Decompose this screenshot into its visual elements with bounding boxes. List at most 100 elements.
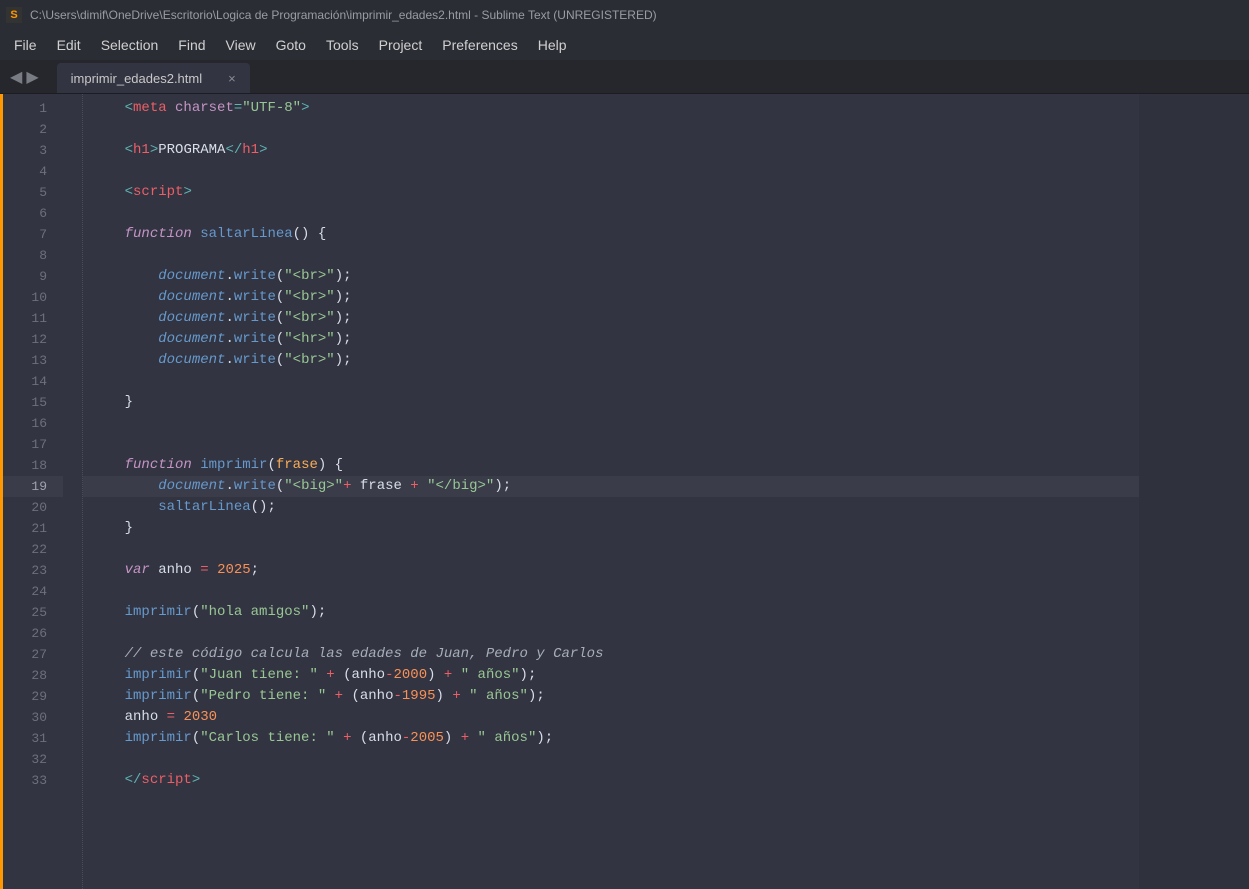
minimap[interactable] [1139,94,1249,889]
fold-cell [63,308,82,329]
menu-item-project[interactable]: Project [369,33,433,57]
line-number[interactable]: 20 [3,497,63,518]
nav-back-icon[interactable]: ◀ [8,67,24,87]
fold-cell [63,140,82,161]
code-line[interactable]: <script> [83,182,1139,203]
menu-item-edit[interactable]: Edit [47,33,91,57]
line-number[interactable]: 27 [3,644,63,665]
code-line[interactable] [83,539,1139,560]
code-line[interactable] [83,203,1139,224]
menu-item-help[interactable]: Help [528,33,577,57]
code-line[interactable]: } [83,518,1139,539]
code-line[interactable]: imprimir("Carlos tiene: " + (anho-2005) … [83,728,1139,749]
line-number[interactable]: 14 [3,371,63,392]
editor[interactable]: 1234567891011121314151617181920212223242… [0,94,1249,889]
line-number[interactable]: 30 [3,707,63,728]
code-area[interactable]: <meta charset="UTF-8"> <h1>PROGRAMA</h1>… [83,94,1139,889]
close-icon[interactable]: × [228,71,236,86]
code-line[interactable]: imprimir("Juan tiene: " + (anho-2000) + … [83,665,1139,686]
menu-item-file[interactable]: File [4,33,47,57]
line-number[interactable]: 2 [3,119,63,140]
line-number[interactable]: 28 [3,665,63,686]
fold-cell [63,623,82,644]
fold-cell [63,434,82,455]
line-number[interactable]: 33 [3,770,63,791]
code-line[interactable]: document.write("<br>"); [83,308,1139,329]
line-number[interactable]: 10 [3,287,63,308]
gutter: 1234567891011121314151617181920212223242… [3,94,63,889]
code-line[interactable]: // este código calcula las edades de Jua… [83,644,1139,665]
menu-item-goto[interactable]: Goto [266,33,316,57]
code-line[interactable]: var anho = 2025; [83,560,1139,581]
code-line[interactable] [83,623,1139,644]
fold-cell [63,413,82,434]
fold-cell [63,665,82,686]
line-number[interactable]: 5 [3,182,63,203]
line-number[interactable]: 31 [3,728,63,749]
menu-item-preferences[interactable]: Preferences [432,33,527,57]
code-line[interactable]: imprimir("Pedro tiene: " + (anho-1995) +… [83,686,1139,707]
line-number[interactable]: 1 [3,98,63,119]
line-number[interactable]: 9 [3,266,63,287]
line-number[interactable]: 32 [3,749,63,770]
fold-cell [63,581,82,602]
line-number[interactable]: 29 [3,686,63,707]
code-line[interactable] [83,413,1139,434]
line-number[interactable]: 21 [3,518,63,539]
tab-active[interactable]: imprimir_edades2.html × [57,63,250,93]
fold-cell [63,245,82,266]
fold-cell [63,392,82,413]
line-number[interactable]: 24 [3,581,63,602]
line-number[interactable]: 4 [3,161,63,182]
code-line[interactable] [83,749,1139,770]
line-number[interactable]: 19 [3,476,63,497]
code-line[interactable]: document.write("<br>"); [83,350,1139,371]
code-line[interactable] [83,245,1139,266]
line-number[interactable]: 26 [3,623,63,644]
fold-guide [63,94,83,889]
code-line[interactable] [83,119,1139,140]
code-line[interactable]: document.write("<hr>"); [83,329,1139,350]
tabbar: ◀ ▶ imprimir_edades2.html × [0,60,1249,94]
line-number[interactable]: 6 [3,203,63,224]
code-line[interactable]: imprimir("hola amigos"); [83,602,1139,623]
fold-cell [63,728,82,749]
fold-cell [63,560,82,581]
menu-item-tools[interactable]: Tools [316,33,369,57]
code-line[interactable] [83,371,1139,392]
line-number[interactable]: 18 [3,455,63,476]
line-number[interactable]: 16 [3,413,63,434]
code-line[interactable]: <h1>PROGRAMA</h1> [83,140,1139,161]
code-line[interactable]: </script> [83,770,1139,791]
code-line[interactable]: } [83,392,1139,413]
nav-forward-icon[interactable]: ▶ [24,67,40,87]
code-line[interactable]: anho = 2030 [83,707,1139,728]
menu-item-view[interactable]: View [216,33,266,57]
code-line[interactable]: <meta charset="UTF-8"> [83,98,1139,119]
menu-item-selection[interactable]: Selection [91,33,169,57]
line-number[interactable]: 12 [3,329,63,350]
menu-item-find[interactable]: Find [168,33,215,57]
nav-arrows: ◀ ▶ [0,60,49,93]
line-number[interactable]: 17 [3,434,63,455]
line-number[interactable]: 13 [3,350,63,371]
code-line[interactable]: saltarLinea(); [83,497,1139,518]
line-number[interactable]: 23 [3,560,63,581]
line-number[interactable]: 8 [3,245,63,266]
line-number[interactable]: 11 [3,308,63,329]
code-line[interactable] [83,434,1139,455]
line-number[interactable]: 3 [3,140,63,161]
code-line[interactable]: document.write("<big>"+ frase + "</big>"… [83,476,1139,497]
fold-cell [63,329,82,350]
line-number[interactable]: 25 [3,602,63,623]
code-line[interactable] [83,161,1139,182]
code-line[interactable]: function saltarLinea() { [83,224,1139,245]
fold-cell [63,749,82,770]
code-line[interactable] [83,581,1139,602]
code-line[interactable]: document.write("<br>"); [83,287,1139,308]
line-number[interactable]: 7 [3,224,63,245]
line-number[interactable]: 22 [3,539,63,560]
code-line[interactable]: function imprimir(frase) { [83,455,1139,476]
code-line[interactable]: document.write("<br>"); [83,266,1139,287]
line-number[interactable]: 15 [3,392,63,413]
